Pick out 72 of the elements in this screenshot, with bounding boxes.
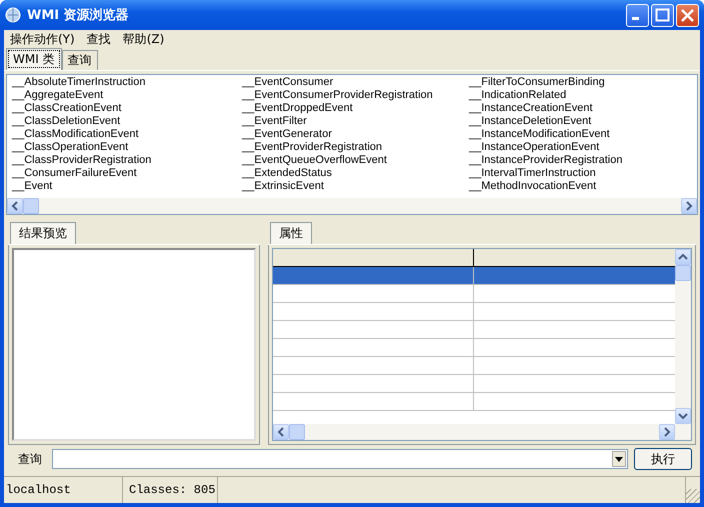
class-list-item[interactable]: __ClassCreationEvent bbox=[12, 102, 242, 115]
window-title: WMI 资源浏览器 bbox=[27, 6, 130, 24]
scrollbar-thumb[interactable] bbox=[675, 265, 691, 281]
class-list-item[interactable]: __InstanceProviderRegistration bbox=[469, 154, 697, 167]
status-text: Classes: 805 bbox=[123, 477, 218, 503]
grid-row[interactable] bbox=[273, 303, 675, 321]
class-list-item[interactable]: __EventProviderRegistration bbox=[242, 141, 469, 154]
close-button[interactable] bbox=[676, 4, 699, 26]
class-list-item[interactable]: __EventGenerator bbox=[242, 128, 469, 141]
tab[interactable]: 属性 bbox=[270, 222, 312, 244]
class-list-item[interactable]: __AggregateEvent bbox=[12, 89, 242, 102]
chevron-down-icon bbox=[678, 411, 688, 421]
scroll-up-button[interactable] bbox=[675, 249, 691, 265]
grid-row[interactable] bbox=[273, 339, 675, 357]
scroll-right-button[interactable] bbox=[681, 198, 697, 214]
grid-row[interactable] bbox=[273, 375, 675, 393]
class-list-item[interactable]: __EventConsumerProviderRegistration bbox=[242, 89, 469, 102]
class-list-item[interactable]: __ConsumerFailureEvent bbox=[12, 167, 242, 180]
minimize-button[interactable] bbox=[626, 4, 649, 26]
class-list-item[interactable]: __ExtrinsicEvent bbox=[242, 180, 469, 193]
class-list-item[interactable]: __ClassOperationEvent bbox=[12, 141, 242, 154]
menu-item[interactable]: 查找 bbox=[82, 30, 115, 48]
query-label: 查询 bbox=[17, 450, 43, 468]
scroll-down-button[interactable] bbox=[675, 408, 691, 424]
minimize-icon bbox=[632, 16, 639, 20]
horizontal-scrollbar[interactable] bbox=[7, 198, 697, 214]
scrollbar-thumb[interactable] bbox=[289, 424, 305, 440]
class-list-item[interactable]: __EventDroppedEvent bbox=[242, 102, 469, 115]
scroll-left-button[interactable] bbox=[273, 424, 289, 440]
class-list-item[interactable]: __InstanceDeletionEvent bbox=[469, 115, 697, 128]
class-list-item[interactable]: __IndicationRelated bbox=[469, 89, 697, 102]
class-list-item[interactable]: __EventQueueOverflowEvent bbox=[242, 154, 469, 167]
tab[interactable]: 结果预览 bbox=[10, 222, 76, 244]
grid-row[interactable] bbox=[273, 321, 675, 339]
chevron-left-icon bbox=[10, 201, 20, 211]
chevron-left-icon bbox=[276, 427, 286, 437]
class-list-item[interactable]: __Event bbox=[12, 180, 242, 193]
class-list-item[interactable]: __FilterToConsumerBinding bbox=[469, 76, 697, 89]
grid-row[interactable] bbox=[273, 357, 675, 375]
scroll-right-button[interactable] bbox=[659, 424, 675, 440]
vertical-scrollbar[interactable] bbox=[675, 249, 691, 424]
chevron-right-icon bbox=[662, 427, 672, 437]
chevron-right-icon bbox=[684, 201, 694, 211]
resize-grip[interactable] bbox=[686, 489, 700, 503]
tab[interactable]: 查询 bbox=[62, 50, 98, 70]
class-list-item[interactable]: __ClassModificationEvent bbox=[12, 128, 242, 141]
class-list-item[interactable]: __MethodInvocationEvent bbox=[469, 180, 697, 193]
maximize-button[interactable] bbox=[651, 4, 674, 26]
horizontal-scrollbar[interactable] bbox=[273, 424, 691, 440]
class-list-item[interactable]: __AbsoluteTimerInstruction bbox=[12, 76, 242, 89]
class-list-item[interactable]: __InstanceOperationEvent bbox=[469, 141, 697, 154]
caret-icon bbox=[615, 456, 623, 462]
execute-button[interactable]: 执行 bbox=[634, 448, 692, 470]
class-list-item[interactable]: __EventFilter bbox=[242, 115, 469, 128]
menu-item[interactable]: 操作动作(Y) bbox=[6, 30, 79, 48]
chevron-up-icon bbox=[678, 252, 688, 262]
class-list-item[interactable]: __ClassDeletionEvent bbox=[12, 115, 242, 128]
grid-row[interactable] bbox=[273, 285, 675, 303]
status-text: localhost bbox=[4, 477, 123, 503]
grid-row[interactable] bbox=[273, 267, 675, 285]
globe-icon bbox=[5, 7, 21, 23]
class-list-item[interactable]: __IntervalTimerInstruction bbox=[469, 167, 697, 180]
scrollbar-thumb[interactable] bbox=[23, 198, 39, 214]
class-list-item[interactable]: __EventConsumer bbox=[242, 76, 469, 89]
class-list-item[interactable]: __InstanceModificationEvent bbox=[469, 128, 697, 141]
tab[interactable]: WMI 类 bbox=[6, 48, 62, 70]
menu-item[interactable]: 帮助(Z) bbox=[118, 30, 168, 48]
class-list-item[interactable]: __ClassProviderRegistration bbox=[12, 154, 242, 167]
class-list-item[interactable]: __ExtendedStatus bbox=[242, 167, 469, 180]
class-list-item[interactable]: __InstanceCreationEvent bbox=[469, 102, 697, 115]
dropdown-button[interactable] bbox=[612, 451, 626, 467]
scroll-left-button[interactable] bbox=[7, 198, 23, 214]
